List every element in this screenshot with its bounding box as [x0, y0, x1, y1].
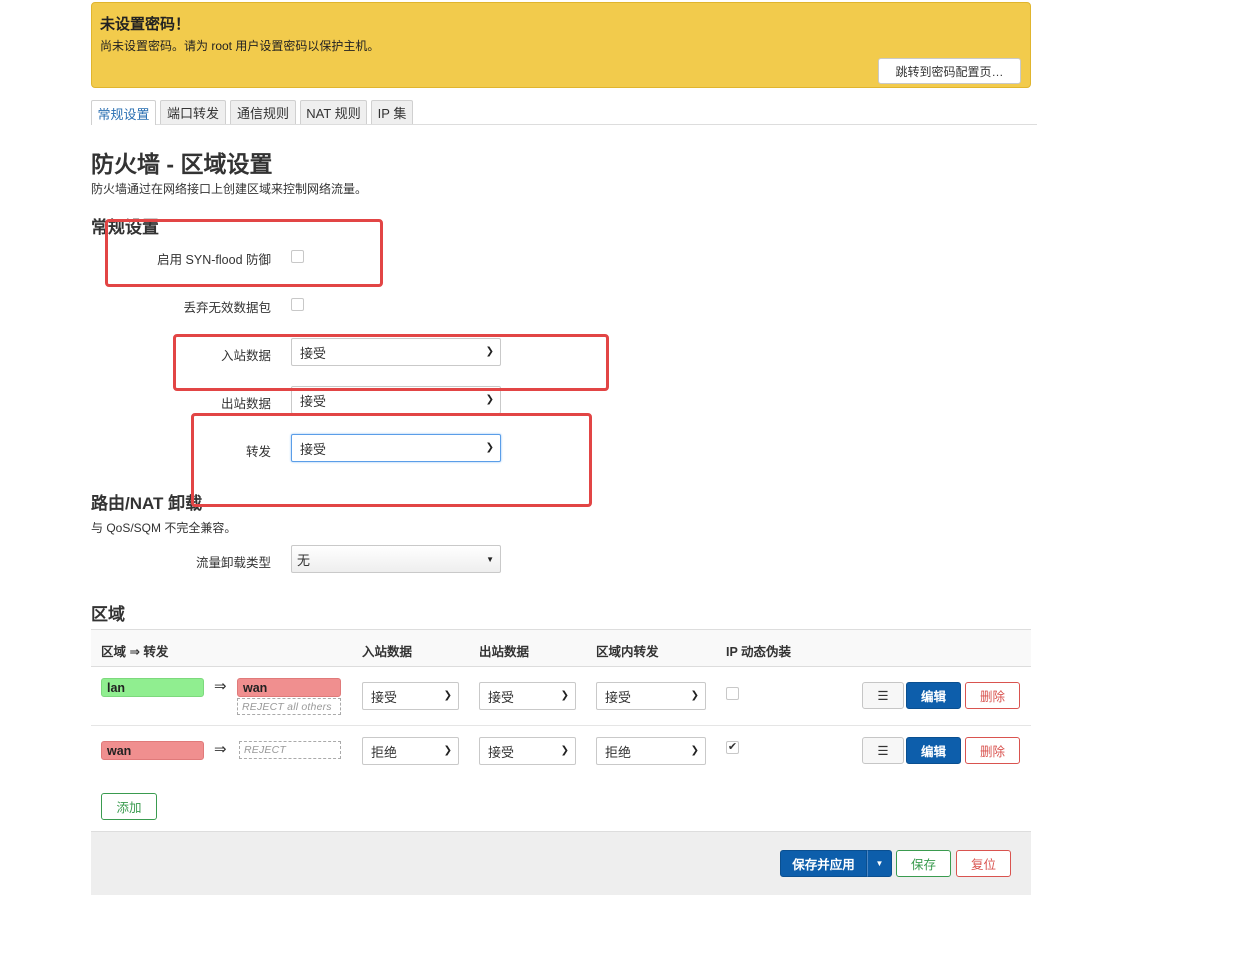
lan-forward-select[interactable]: 接受 ❯	[596, 682, 706, 710]
tab-ipsets[interactable]: IP 集	[371, 100, 413, 124]
general-heading: 常规设置	[91, 218, 159, 237]
chevron-down-icon: ❯	[690, 745, 699, 756]
row-divider	[91, 725, 1031, 726]
syn-flood-label: 启用 SYN-flood 防御	[157, 253, 271, 267]
zone-badge-lan: lan	[101, 678, 204, 697]
chevron-down-icon: ❯	[560, 690, 569, 701]
offload-type-value: 无	[297, 552, 311, 568]
wan-input-value: 拒绝	[371, 744, 398, 760]
input-label: 入站数据	[220, 349, 271, 363]
col-masquerade: IP 动态伪装	[726, 645, 792, 659]
wan-output-value: 接受	[488, 744, 515, 760]
chevron-down-icon: ❯	[560, 745, 569, 756]
chevron-down-icon: ❯	[690, 690, 699, 701]
col-input: 入站数据	[362, 645, 413, 659]
col-zone-forward: 区域 ⇒ 转发	[101, 645, 169, 659]
lan-input-value: 接受	[371, 689, 398, 705]
input-policy-value: 接受	[300, 345, 327, 361]
wan-input-select[interactable]: 拒绝 ❯	[362, 737, 459, 765]
reset-button[interactable]: 复位	[956, 850, 1011, 877]
lan-output-select[interactable]: 接受 ❯	[479, 682, 576, 710]
save-button[interactable]: 保存	[896, 850, 951, 877]
wan-forward-value: 拒绝	[605, 744, 632, 760]
page-title: 防火墙 - 区域设置	[91, 151, 273, 177]
lan-forward-value: 接受	[605, 689, 632, 705]
lan-input-select[interactable]: 接受 ❯	[362, 682, 459, 710]
lan-delete-button[interactable]: 删除	[965, 682, 1020, 709]
save-apply-button[interactable]: 保存并应用	[780, 850, 867, 877]
lan-menu-button[interactable]: ☰	[862, 682, 904, 709]
zone-badge-wan: wan	[237, 678, 341, 697]
goto-password-button[interactable]: 跳转到密码配置页…	[878, 58, 1021, 84]
zones-heading: 区域	[91, 605, 125, 624]
tab-port-forward[interactable]: 端口转发	[160, 100, 226, 124]
zone-badge-wan: wan	[101, 741, 204, 760]
save-apply-dropdown[interactable]: ▼	[867, 850, 892, 877]
caret-down-icon: ▼	[875, 859, 884, 868]
add-zone-button[interactable]: 添加	[101, 793, 157, 820]
lan-masquerade-checkbox[interactable]	[726, 687, 739, 700]
caret-down-icon: ▼	[486, 555, 494, 564]
chevron-down-icon: ❯	[485, 442, 494, 453]
menu-icon: ☰	[877, 744, 889, 758]
col-output: 出站数据	[479, 645, 530, 659]
wan-masquerade-checkbox[interactable]: ✔	[726, 741, 739, 754]
tab-general[interactable]: 常规设置	[91, 100, 156, 125]
chevron-down-icon: ❯	[485, 346, 494, 357]
zones-table-header: 区域 ⇒ 转发 入站数据 出站数据 区域内转发 IP 动态伪装	[91, 629, 1031, 667]
lan-edit-button[interactable]: 编辑	[906, 682, 961, 709]
output-policy-select[interactable]: 接受 ❯	[291, 386, 501, 414]
output-label: 出站数据	[220, 397, 271, 411]
tab-bar: 常规设置 端口转发 通信规则 NAT 规则 IP 集	[91, 100, 1037, 125]
drop-invalid-label: 丢弃无效数据包	[183, 301, 271, 315]
forward-arrow-icon: ⇒	[214, 678, 227, 695]
page-description: 防火墙通过在网络接口上创建区域来控制网络流量。	[91, 182, 368, 196]
offload-description: 与 QoS/SQM 不完全兼容。	[91, 521, 237, 535]
checkmark-icon: ✔	[727, 741, 738, 753]
wan-output-select[interactable]: 接受 ❯	[479, 737, 576, 765]
forward-default-note: REJECT	[239, 741, 341, 759]
forward-label: 转发	[245, 445, 271, 459]
col-intra-forward: 区域内转发	[596, 645, 659, 659]
wan-edit-button[interactable]: 编辑	[906, 737, 961, 764]
forward-arrow-icon: ⇒	[214, 741, 227, 758]
action-bar: 保存并应用 ▼ 保存 复位	[91, 831, 1031, 895]
lan-output-value: 接受	[488, 689, 515, 705]
warning-title: 未设置密码！	[100, 16, 191, 33]
drop-invalid-checkbox[interactable]	[291, 298, 304, 311]
offload-type-label: 流量卸载类型	[195, 556, 271, 570]
chevron-down-icon: ❯	[485, 394, 494, 405]
offload-type-select[interactable]: 无 ▼	[291, 545, 501, 573]
tab-traffic-rules[interactable]: 通信规则	[230, 100, 296, 124]
forward-default-note: REJECT all others	[237, 698, 341, 715]
password-warning-banner: 未设置密码！ 尚未设置密码。请为 root 用户设置密码以保护主机。 跳转到密码…	[91, 2, 1031, 88]
chevron-down-icon: ❯	[443, 745, 452, 756]
tab-nat-rules[interactable]: NAT 规则	[300, 100, 367, 124]
wan-menu-button[interactable]: ☰	[862, 737, 904, 764]
forward-policy-value: 接受	[300, 441, 327, 457]
syn-flood-checkbox[interactable]	[291, 250, 304, 263]
forward-policy-select[interactable]: 接受 ❯	[291, 434, 501, 462]
wan-forward-select[interactable]: 拒绝 ❯	[596, 737, 706, 765]
offload-heading: 路由/NAT 卸载	[91, 494, 203, 513]
menu-icon: ☰	[877, 689, 889, 703]
wan-delete-button[interactable]: 删除	[965, 737, 1020, 764]
warning-text: 尚未设置密码。请为 root 用户设置密码以保护主机。	[100, 39, 380, 53]
output-policy-value: 接受	[300, 393, 327, 409]
chevron-down-icon: ❯	[443, 690, 452, 701]
input-policy-select[interactable]: 接受 ❯	[291, 338, 501, 366]
